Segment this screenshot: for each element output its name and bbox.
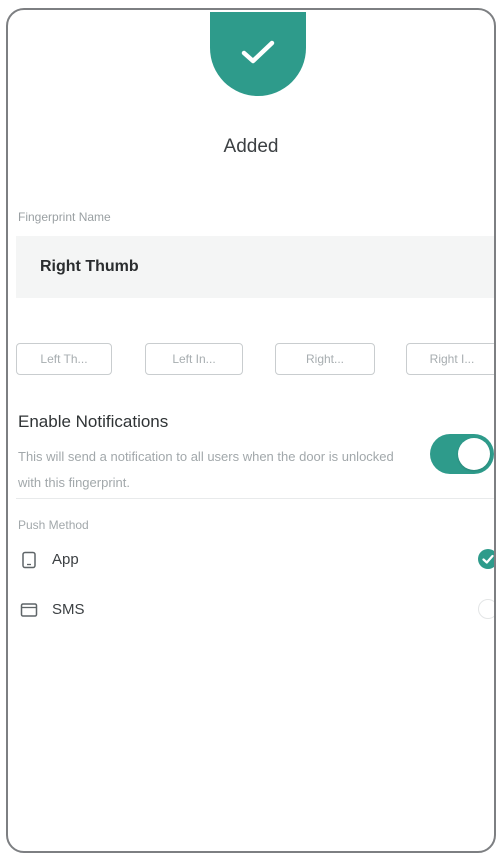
checkmark-icon [482,554,494,564]
status-text: Added [223,136,279,157]
success-badge [210,12,306,96]
push-option-app-label: App [52,551,79,568]
message-icon [20,603,38,617]
preset-chip-left-index[interactable]: Left In... [145,343,243,375]
push-method-label: Push Method [18,518,89,532]
phone-icon [22,551,36,569]
fingerprint-name-label: Fingerprint Name [18,210,111,224]
checkmark-icon [241,40,275,64]
push-option-sms-radio[interactable] [478,599,494,619]
notifications-toggle[interactable] [430,434,494,474]
divider [16,498,494,499]
phone-screen: Added Fingerprint Name Left Th... Left I… [6,8,496,853]
notifications-title: Enable Notifications [18,412,169,431]
preset-chip-right[interactable]: Right... [275,343,375,375]
push-option-sms[interactable]: SMS [16,590,494,630]
preset-chips: Left Th... Left In... Right... Right I..… [12,343,494,379]
notifications-description: This will send a notification to all use… [18,449,394,490]
preset-chip-right-index[interactable]: Right I... [406,343,494,375]
push-option-app-radio[interactable] [478,549,494,569]
push-option-app[interactable]: App [16,540,494,580]
toggle-knob [458,438,490,470]
push-option-sms-label: SMS [52,601,85,618]
preset-chip-left-thumb[interactable]: Left Th... [16,343,112,375]
fingerprint-name-input[interactable] [16,236,494,298]
